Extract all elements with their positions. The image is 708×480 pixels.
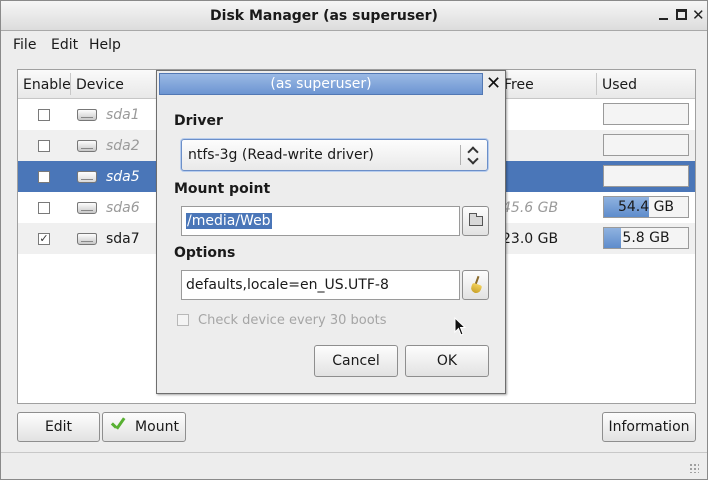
used-bar [603, 165, 689, 187]
enable-checkbox[interactable] [38, 109, 50, 121]
device-name: sda7 [106, 231, 140, 247]
options-value: defaults,locale=en_US.UTF-8 [186, 277, 389, 293]
updown-arrows-icon [466, 144, 482, 166]
menu-edit[interactable]: Edit [51, 37, 78, 53]
information-button[interactable]: Information [602, 412, 696, 442]
free-value: 23.0 GB [502, 231, 559, 247]
used-value: 5.8 GB [622, 230, 670, 246]
header-free[interactable]: Free [504, 77, 534, 93]
used-bar [603, 134, 689, 156]
device-name: sda2 [106, 138, 140, 154]
maximize-icon[interactable] [676, 9, 687, 20]
mount-point-value: /media/Web [186, 213, 272, 229]
ok-button[interactable]: OK [405, 345, 489, 377]
header-enable[interactable]: Enable [23, 77, 71, 93]
mount-point-input[interactable]: /media/Web [181, 206, 460, 236]
clear-options-button[interactable] [462, 270, 489, 300]
device-name: sda6 [106, 200, 140, 216]
resize-grip-icon[interactable] [689, 463, 699, 473]
close-icon[interactable]: ✕ [486, 74, 501, 94]
broom-icon [470, 276, 482, 295]
header-used[interactable]: Used [602, 77, 637, 93]
mount-button[interactable]: Mount [102, 412, 186, 442]
status-bar [1, 452, 707, 479]
free-value: 45.6 GB [502, 200, 559, 216]
menu-bar: File Edit Help [1, 31, 707, 57]
options-input[interactable]: defaults,locale=en_US.UTF-8 [181, 270, 460, 300]
drive-icon [77, 171, 97, 183]
options-label: Options [174, 245, 236, 261]
check-device-label: Check device every 30 boots [198, 313, 387, 328]
used-bar: 54.4 GB [603, 196, 689, 218]
driver-select[interactable]: ntfs-3g (Read-write driver) [181, 139, 488, 171]
mount-point-label: Mount point [174, 181, 271, 197]
drive-icon [77, 202, 97, 214]
enable-checkbox[interactable] [38, 202, 50, 214]
drive-icon [77, 233, 97, 245]
menu-file[interactable]: File [13, 37, 36, 53]
drive-icon [77, 109, 97, 121]
device-name: sda5 [106, 169, 140, 185]
window-title: Disk Manager (as superuser) [210, 8, 438, 24]
dialog-title[interactable]: (as superuser) [159, 73, 483, 95]
used-value: 54.4 GB [617, 199, 675, 215]
header-device[interactable]: Device [76, 77, 124, 93]
used-bar [603, 103, 689, 125]
title-bar[interactable]: Disk Manager (as superuser) ✕ [1, 1, 707, 31]
combo-separator [460, 145, 461, 165]
mount-options-dialog: (as superuser) ✕ Driver ntfs-3g (Read-wr… [156, 70, 506, 394]
driver-label: Driver [174, 113, 223, 129]
used-bar: 5.8 GB [603, 227, 689, 249]
checkmark-icon [109, 416, 127, 434]
browse-folder-button[interactable] [462, 206, 489, 236]
device-name: sda1 [106, 107, 140, 123]
check-device-checkbox[interactable] [177, 314, 189, 326]
cancel-button[interactable]: Cancel [314, 345, 398, 377]
driver-value: ntfs-3g (Read-write driver) [188, 147, 374, 163]
minimize-icon[interactable] [658, 9, 670, 21]
close-window-icon[interactable]: ✕ [692, 8, 705, 23]
enable-checkbox-checked[interactable]: ✓ [38, 233, 50, 245]
header-separator [70, 73, 71, 95]
header-separator [596, 73, 597, 95]
enable-checkbox[interactable] [38, 140, 50, 152]
mount-button-label: Mount [135, 419, 179, 435]
enable-checkbox[interactable] [38, 171, 50, 183]
drive-icon [77, 140, 97, 152]
folder-icon [469, 213, 483, 226]
edit-button[interactable]: Edit [17, 412, 100, 442]
menu-help[interactable]: Help [89, 37, 121, 53]
